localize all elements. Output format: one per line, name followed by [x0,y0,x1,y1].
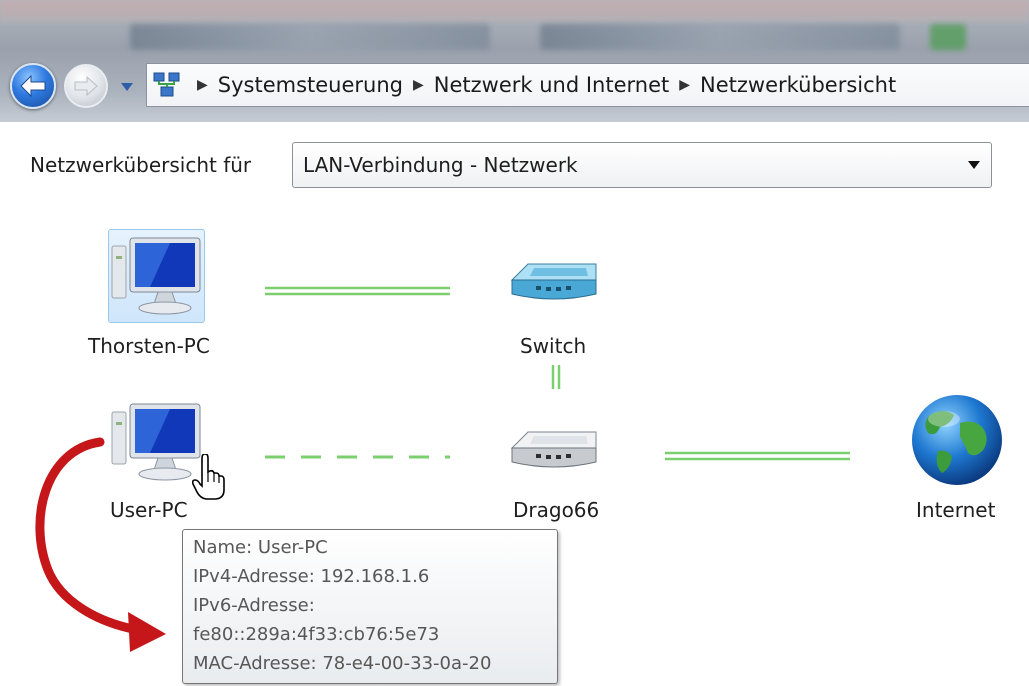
device-info-tooltip: Name: User-PC IPv4-Adresse: 192.168.1.6 … [182,529,558,684]
tooltip-ipv4: IPv4-Adresse: 192.168.1.6 [193,566,430,587]
tooltip-mac: MAC-Adresse: 78-e4-00-33-0a-20 [193,653,492,674]
tooltip-ipv6-value: fe80::289a:4f33:cb76:5e73 [193,624,440,645]
tooltip-ipv6-label: IPv6-Adresse: [193,595,315,616]
tooltip-name: Name: User-PC [193,537,328,558]
